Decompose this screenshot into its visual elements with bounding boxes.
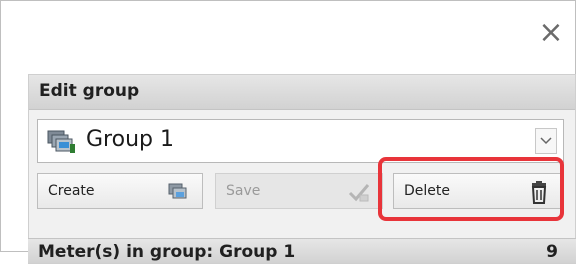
panel-title: Edit group (39, 81, 140, 101)
save-check-icon (348, 184, 370, 202)
panel-header: Edit group (29, 75, 575, 110)
delete-button[interactable]: Delete (393, 173, 563, 209)
save-button[interactable]: Save (215, 173, 383, 209)
selected-group-name: Group 1 (86, 127, 174, 152)
trash-icon (531, 181, 547, 204)
save-button-label: Save (226, 183, 261, 199)
group-icon (47, 130, 75, 153)
group-select[interactable]: Group 1 (37, 119, 564, 163)
group-dropdown-button[interactable] (535, 128, 557, 154)
create-button-label: Create (48, 183, 95, 199)
create-button[interactable]: Create (37, 173, 203, 209)
chevron-down-icon (540, 137, 552, 145)
delete-button-label: Delete (404, 183, 450, 199)
meters-section-header: Meter(s) in group: Group 1 9 (28, 238, 576, 263)
close-icon: × (538, 15, 564, 50)
meters-section-title: Meter(s) in group: Group 1 (38, 242, 296, 262)
meters-count: 9 (546, 242, 558, 262)
create-group-icon (168, 183, 187, 199)
edit-group-panel: Edit group Group 1 Create Save Delete (28, 74, 576, 264)
close-button[interactable]: × (531, 11, 571, 55)
